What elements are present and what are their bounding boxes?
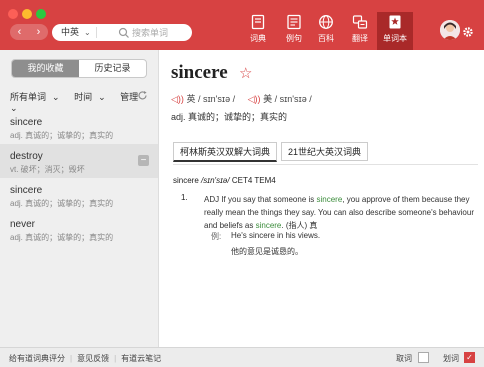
list-item[interactable]: sincere adj. 真诚的；诚挚的；真实的 xyxy=(0,110,158,144)
window-controls xyxy=(8,6,50,24)
feedback-link[interactable]: 意见反馈 xyxy=(77,354,109,363)
example-label: 例: xyxy=(211,232,222,241)
zoom-window-button[interactable] xyxy=(36,9,46,19)
list-item[interactable]: never adj. 真诚的；诚挚的；真实的 xyxy=(0,212,158,246)
close-window-button[interactable] xyxy=(8,9,18,19)
select-word-checkbox[interactable]: ✓ xyxy=(464,352,475,363)
pronunciations: ◁)) 英 / sɪn'sɪə / ◁)) 美 / sɪn'sɪə / xyxy=(171,92,312,105)
tab-collins[interactable]: 柯林斯英汉双解大词典 xyxy=(173,142,278,162)
wordbook-icon xyxy=(389,15,401,29)
pron-uk: / sɪn'sɪə / xyxy=(197,94,236,104)
word-definition: adj. 真诚的；诚挚的；真实的 xyxy=(10,131,114,140)
tab-21st-century[interactable]: 21世纪大英汉词典 xyxy=(281,142,369,161)
dictionary-tabs: 柯林斯英汉双解大词典 21世纪大英汉词典 xyxy=(173,142,372,162)
divider xyxy=(173,164,478,165)
basic-meaning: adj. 真诚的；诚挚的；真实的 xyxy=(171,112,288,122)
refresh-icon[interactable] xyxy=(137,90,148,101)
word-definition: adj. 真诚的；诚挚的；真实的 xyxy=(10,233,114,242)
gear-icon[interactable] xyxy=(462,26,474,38)
tab-dictionary-label: 词典 xyxy=(250,34,266,43)
rate-app-link[interactable]: 给有道词典评分 xyxy=(9,354,65,363)
title-toolbar: ‹ › 中英 ⌄ 词典 xyxy=(0,0,484,50)
forward-button[interactable]: › xyxy=(29,24,48,40)
word-list: sincere adj. 真诚的；诚挚的；真实的 destroy vt. 破坏；… xyxy=(0,110,158,246)
tab-translate-label: 翻译 xyxy=(352,34,368,43)
avatar-image xyxy=(440,20,460,40)
divider: | xyxy=(114,354,117,363)
pron-us-label: 美 xyxy=(263,94,273,104)
tab-encyclopedia[interactable]: 百科 xyxy=(308,12,344,48)
app-window: ‹ › 中英 ⌄ 词典 xyxy=(0,0,484,367)
list-item[interactable]: sincere adj. 真诚的；诚挚的；真实的 xyxy=(0,178,158,212)
language-selector[interactable]: 中英 xyxy=(61,24,79,41)
tab-favorites[interactable]: 我的收藏 xyxy=(12,60,79,77)
tab-wordbook[interactable]: 单词本 xyxy=(377,12,413,50)
entry-panel: sincere ☆ ◁)) 英 / sɪn'sɪə / ◁)) 美 / sɪn'… xyxy=(159,50,484,347)
tab-encyclopedia-label: 百科 xyxy=(318,34,334,43)
tab-examples-label: 例句 xyxy=(286,34,302,43)
divider: | xyxy=(70,354,73,363)
word-title: destroy xyxy=(10,151,43,162)
translate-icon xyxy=(352,15,368,29)
tab-examples[interactable]: 例句 xyxy=(276,12,312,48)
divider xyxy=(96,27,97,38)
filter-time-label: 时间 xyxy=(74,92,93,102)
select-word-label: 划词 xyxy=(443,354,459,363)
minimize-window-button[interactable] xyxy=(22,9,32,19)
chevron-down-icon: ⌄ xyxy=(98,92,106,102)
tab-translate[interactable]: 翻译 xyxy=(342,12,378,48)
example-sentences-icon xyxy=(287,14,301,30)
encyclopedia-icon xyxy=(319,15,333,29)
status-links: 给有道词典评分 | 意见反馈 | 有道云笔记 xyxy=(9,353,161,364)
history-nav: ‹ › xyxy=(10,24,48,40)
tab-wordbook-label: 单词本 xyxy=(383,34,407,43)
word-definition: adj. 真诚的；诚挚的；真实的 xyxy=(10,199,114,208)
search-box: 中英 ⌄ xyxy=(52,24,192,41)
collins-phonetic: /sɪn'sɪə/ xyxy=(201,176,230,185)
exam-tags: CET4 TEM4 xyxy=(231,176,276,185)
filter-time[interactable]: 时间 ⌄ xyxy=(74,92,112,102)
example-chinese: 他的意见是诚恳的。 xyxy=(231,247,303,256)
dictionary-icon xyxy=(251,14,265,30)
remove-word-button[interactable]: − xyxy=(138,155,149,166)
filter-all-words-label: 所有单词 xyxy=(10,92,47,102)
manage-label: 管理 xyxy=(120,92,139,102)
sidebar-tabs: 我的收藏 历史记录 xyxy=(11,59,147,78)
headword: sincere xyxy=(171,62,228,83)
highlighted-word: sincere xyxy=(255,221,282,230)
word-title: sincere xyxy=(10,117,43,128)
sense-text: . (指人) 真 xyxy=(281,221,318,230)
word-definition: vt. 破坏；消灭；毁坏 xyxy=(10,165,85,174)
word-title: never xyxy=(10,219,36,230)
user-avatar[interactable] xyxy=(440,20,460,40)
chevron-down-icon[interactable]: ⌄ xyxy=(84,24,91,41)
sidebar: 我的收藏 历史记录 所有单词 ⌄ 时间 ⌄ 管理 ⌄ sincere adj. 真诚的… xyxy=(0,50,159,347)
status-bar: 给有道词典评分 | 意见反馈 | 有道云笔记 取词 划词 ✓ xyxy=(0,347,484,367)
speaker-icon[interactable]: ◁)) xyxy=(248,94,261,104)
example-english: He's sincere in his views. xyxy=(231,231,321,240)
sense-number: 1. xyxy=(181,193,188,202)
fetch-word-checkbox[interactable] xyxy=(418,352,429,363)
search-input[interactable] xyxy=(132,24,188,41)
word-title: sincere xyxy=(10,185,43,196)
fetch-word-label: 取词 xyxy=(396,354,412,363)
collins-headword: sincere xyxy=(173,176,199,185)
speaker-icon[interactable]: ◁)) xyxy=(171,94,184,104)
list-item[interactable]: destroy vt. 破坏；消灭；毁坏 − xyxy=(0,144,158,178)
cloud-notes-link[interactable]: 有道云笔记 xyxy=(121,354,161,363)
highlighted-word: sincere xyxy=(316,195,343,204)
chevron-down-icon: ⌄ xyxy=(52,92,60,102)
tab-dictionary[interactable]: 词典 xyxy=(240,12,276,48)
collins-entry-head: sincere /sɪn'sɪə/ CET4 TEM4 xyxy=(173,176,276,185)
pron-us: / sɪn'sɪə / xyxy=(274,94,312,104)
back-button[interactable]: ‹ xyxy=(10,24,29,40)
sense-definition: ADJ If you say that someone is sincere, … xyxy=(204,193,476,232)
star-icon[interactable]: ☆ xyxy=(239,64,252,82)
filter-all-words[interactable]: 所有单词 ⌄ xyxy=(10,92,66,102)
sense-text: ADJ If you say that someone is xyxy=(204,195,317,204)
tab-history[interactable]: 历史记录 xyxy=(79,60,146,77)
pron-uk-label: 英 xyxy=(186,94,196,104)
search-icon xyxy=(118,27,129,38)
